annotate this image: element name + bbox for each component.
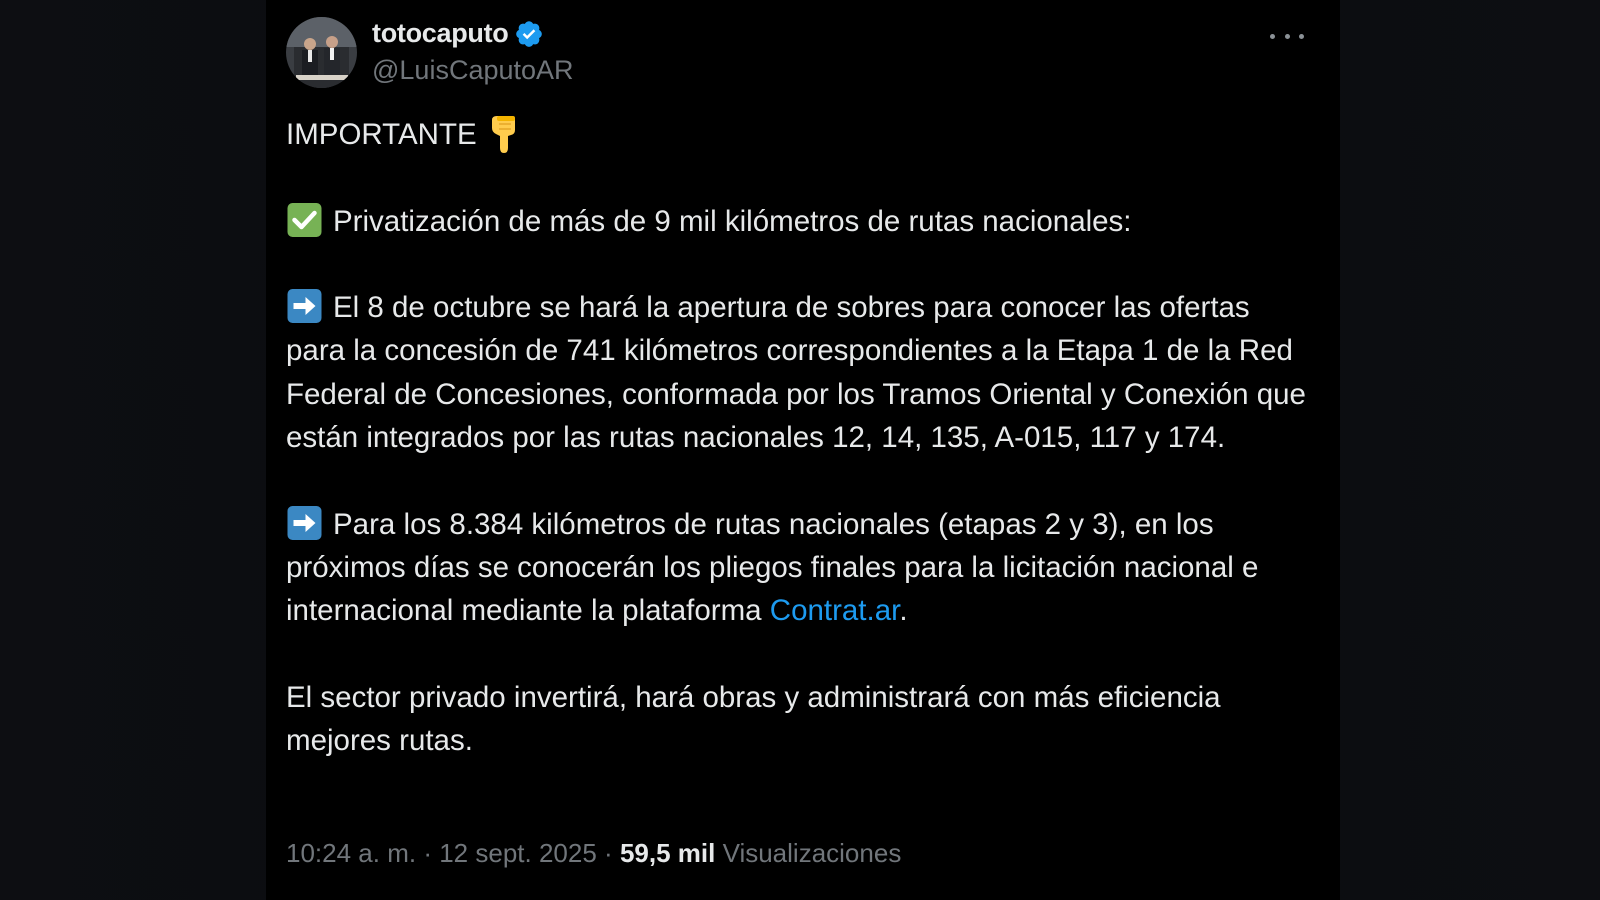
avatar[interactable] [286, 17, 357, 88]
views-count: 59,5 mil [619, 838, 716, 868]
tweet-time[interactable]: 10:24 a. m. [286, 838, 416, 868]
author-display-name[interactable]: totocaputo [372, 18, 509, 49]
right-arrow-icon [287, 505, 322, 540]
tweet-heading: Privatización de más de 9 mil kilómetros… [333, 204, 1132, 238]
tweet-date[interactable]: 12 sept. 2025 [439, 838, 597, 868]
author-name-row[interactable]: totocaputo [372, 18, 544, 49]
verified-badge-icon [516, 20, 543, 47]
tweet-intro-line: IMPORTANTE [286, 113, 1316, 156]
tweet-closing: El sector privado invertirá, hará obras … [286, 680, 1221, 758]
tweet-text: IMPORTANTE Privatización de más de 9 mil… [286, 113, 1316, 762]
tweet-point-2: Para los 8.384 kilómetros de rutas nacio… [286, 503, 1316, 633]
tweet-point-2-end: . [899, 594, 908, 628]
tweet-point-1: El 8 de octubre se hará la apertura de s… [286, 286, 1316, 459]
author-handle[interactable]: @LuisCaputoAR [372, 55, 574, 86]
tweet-meta: 10:24 a. m. · 12 sept. 2025 · 59,5 mil V… [286, 838, 901, 869]
right-arrow-icon [287, 289, 322, 324]
tweet-point-1-text: El 8 de octubre se hará la apertura de s… [286, 291, 1306, 455]
tweet-heading-line: Privatización de más de 9 mil kilómetros… [286, 200, 1316, 243]
pointing-down-hand-icon [491, 116, 515, 153]
meta-separator: · [604, 838, 613, 868]
contrat-ar-link[interactable]: Contrat.ar [770, 594, 900, 627]
tweet-intro: IMPORTANTE [286, 118, 477, 151]
check-mark-button-icon [287, 202, 322, 237]
meta-separator: · [423, 838, 432, 868]
more-dots-icon[interactable] [1270, 22, 1304, 50]
views-label: Visualizaciones [722, 838, 902, 868]
